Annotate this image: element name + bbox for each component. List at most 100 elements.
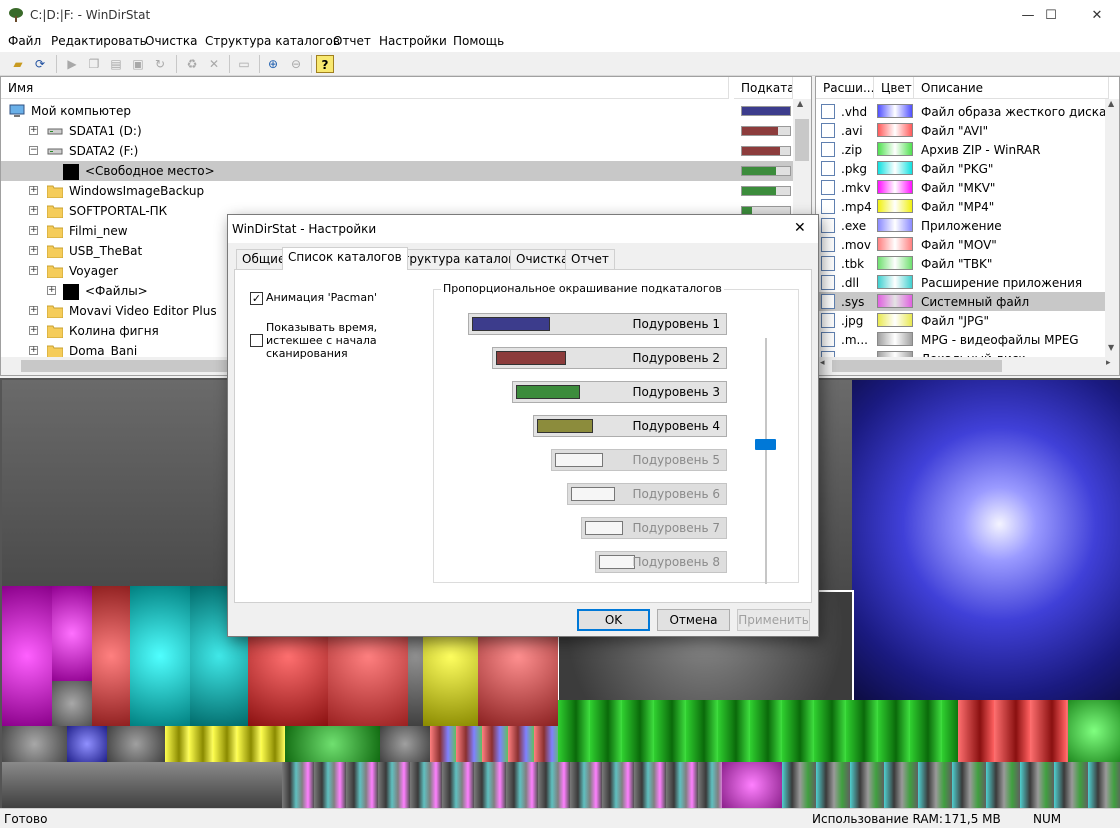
extension-row[interactable]: .tbk Файл "TBK" <box>816 254 1106 273</box>
help-icon[interactable]: ? <box>316 55 334 73</box>
treemap-jpg-files[interactable] <box>165 726 285 762</box>
menu-file[interactable]: Файл <box>8 34 41 48</box>
expand-toggle[interactable]: + <box>29 126 38 135</box>
column-header-color[interactable]: Цвет <box>874 77 914 99</box>
delete-icon[interactable]: ✕ <box>205 55 223 73</box>
menu-options[interactable]: Настройки <box>379 34 447 48</box>
treemap-tbk-file[interactable] <box>285 726 380 762</box>
expand-toggle[interactable]: + <box>29 226 38 235</box>
sublevel-color-button[interactable]: Подуровень 1 <box>468 313 727 335</box>
column-header-name[interactable]: Имя <box>1 77 729 99</box>
refresh-icon[interactable]: ⟳ <box>31 55 49 73</box>
menu-cleanup[interactable]: Очистка <box>145 34 198 48</box>
extension-row[interactable]: .m... MPG - видеофайлы MPEG <box>816 330 1106 349</box>
column-header-subtree[interactable]: Подкатал <box>734 77 793 99</box>
extension-row[interactable]: .sys Системный файл <box>816 292 1106 311</box>
extension-row[interactable]: .mkv Файл "MKV" <box>816 178 1106 197</box>
zoom-out-icon[interactable]: ⊖ <box>287 55 305 73</box>
column-header-extension[interactable]: Расши... <box>816 77 874 99</box>
treemap-dll-files[interactable] <box>782 762 1120 808</box>
maximize-button[interactable]: ☐ <box>1028 0 1074 32</box>
treemap-sys-file[interactable] <box>722 762 782 808</box>
sublevel-color-button[interactable]: Подуровень 5 <box>551 449 727 471</box>
level-slider-thumb[interactable] <box>755 439 776 450</box>
expand-toggle[interactable]: + <box>47 286 56 295</box>
expand-toggle[interactable]: + <box>29 186 38 195</box>
pacman-animation-checkbox[interactable]: ✓ <box>250 292 263 305</box>
extension-row[interactable]: .jpg Файл "JPG" <box>816 311 1106 330</box>
expand-toggle[interactable]: + <box>29 346 38 355</box>
dialog-close-button[interactable]: ✕ <box>794 220 806 236</box>
ok-button[interactable]: OK <box>577 609 650 631</box>
treemap-mkv-file[interactable] <box>2 586 52 726</box>
treemap-pkg-file[interactable] <box>130 586 190 726</box>
apply-button[interactable]: Применить <box>737 609 810 631</box>
zoom-in-icon[interactable]: ⊕ <box>264 55 282 73</box>
close-button[interactable]: ✕ <box>1074 0 1120 32</box>
sublevel-color-button[interactable]: Подуровень 4 <box>533 415 727 437</box>
tree-row[interactable]: + WindowsImageBackup <box>1 181 793 201</box>
treemap-zip-files[interactable] <box>558 700 958 762</box>
sublevel-color-button[interactable]: Подуровень 6 <box>567 483 727 505</box>
menu-report[interactable]: Отчет <box>333 34 371 48</box>
menu-treemap[interactable]: Структура каталогов <box>205 34 340 48</box>
extension-row[interactable]: .mov Файл "MOV" <box>816 235 1106 254</box>
expand-toggle[interactable]: + <box>29 206 38 215</box>
treemap-file[interactable] <box>380 726 430 762</box>
tree-row[interactable]: Мой компьютер <box>1 101 793 121</box>
sublevel-color-swatch <box>555 453 603 467</box>
extension-horizontal-scrollbar[interactable]: ◂ ▸ <box>816 357 1119 375</box>
show-time-checkbox[interactable] <box>250 334 263 347</box>
refresh-selected-icon[interactable]: ↻ <box>151 55 169 73</box>
treemap-file[interactable] <box>52 681 92 726</box>
extension-row[interactable]: .exe Приложение <box>816 216 1106 235</box>
extension-row[interactable]: .mp4 Файл "MP4" <box>816 197 1106 216</box>
expand-toggle[interactable]: + <box>29 246 38 255</box>
sublevel-color-button[interactable]: Подуровень 7 <box>581 517 727 539</box>
expand-toggle[interactable]: − <box>29 146 38 155</box>
treemap-small-files[interactable] <box>282 762 722 808</box>
treemap-zip-file[interactable] <box>1068 700 1120 762</box>
extension-row[interactable]: .dll Расширение приложения <box>816 273 1106 292</box>
menu-edit[interactable]: Редактировать <box>51 34 147 48</box>
tab-directory-list[interactable]: Список каталогов <box>282 247 408 270</box>
cmd-icon[interactable]: ▣ <box>129 55 147 73</box>
treemap-avi-file[interactable] <box>92 586 130 726</box>
expand-toggle[interactable]: + <box>29 326 38 335</box>
windirstat-tree-icon <box>9 8 23 22</box>
treemap-mkv-file[interactable] <box>52 586 92 681</box>
extension-row[interactable]: .avi Файл "AVI" <box>816 121 1106 140</box>
sublevel-color-button[interactable]: Подуровень 2 <box>492 347 727 369</box>
column-header-description[interactable]: Описание <box>914 77 1109 99</box>
extension-name: .zip <box>841 143 863 157</box>
extension-row[interactable]: .pkg Файл "PKG" <box>816 159 1106 178</box>
tree-row[interactable]: <Свободное место> <box>1 161 793 181</box>
treemap-file[interactable] <box>2 726 67 762</box>
cancel-button[interactable]: Отмена <box>657 609 730 631</box>
treemap-file[interactable] <box>2 762 282 808</box>
explorer-icon[interactable]: ▤ <box>107 55 125 73</box>
extension-vertical-scrollbar[interactable]: ▲ ▼ <box>1105 99 1119 357</box>
tree-row[interactable]: − SDATA2 (F:) <box>1 141 793 161</box>
play-icon[interactable]: ▶ <box>63 55 81 73</box>
recycle-icon[interactable]: ♻ <box>183 55 201 73</box>
treemap-mixed-files[interactable] <box>430 726 558 762</box>
level-slider-track[interactable] <box>765 338 767 584</box>
new-folder-icon[interactable]: ▭ <box>235 55 253 73</box>
menu-help[interactable]: Помощь <box>453 34 504 48</box>
tab-report[interactable]: Отчет <box>565 249 615 269</box>
treemap-file[interactable] <box>107 726 165 762</box>
treemap-exe-file[interactable] <box>67 726 107 762</box>
sublevel-color-button[interactable]: Подуровень 8 <box>595 551 727 573</box>
expand-toggle[interactable]: + <box>29 306 38 315</box>
open-folder-icon[interactable]: ▰ <box>9 55 27 73</box>
sublevel-color-button[interactable]: Подуровень 3 <box>512 381 727 403</box>
extension-row[interactable]: .zip Архив ZIP - WinRAR <box>816 140 1106 159</box>
extension-list[interactable]: Расши... Цвет Описание .vhd Файл образа ж… <box>815 76 1120 376</box>
copy-icon[interactable]: ❐ <box>85 55 103 73</box>
tree-row[interactable]: + SDATA1 (D:) <box>1 121 793 141</box>
extension-row[interactable]: .vhd Файл образа жесткого диска <box>816 102 1106 121</box>
expand-toggle[interactable]: + <box>29 266 38 275</box>
treemap-avi-files[interactable] <box>958 700 1068 762</box>
treemap-vhd-file[interactable] <box>852 380 1120 700</box>
